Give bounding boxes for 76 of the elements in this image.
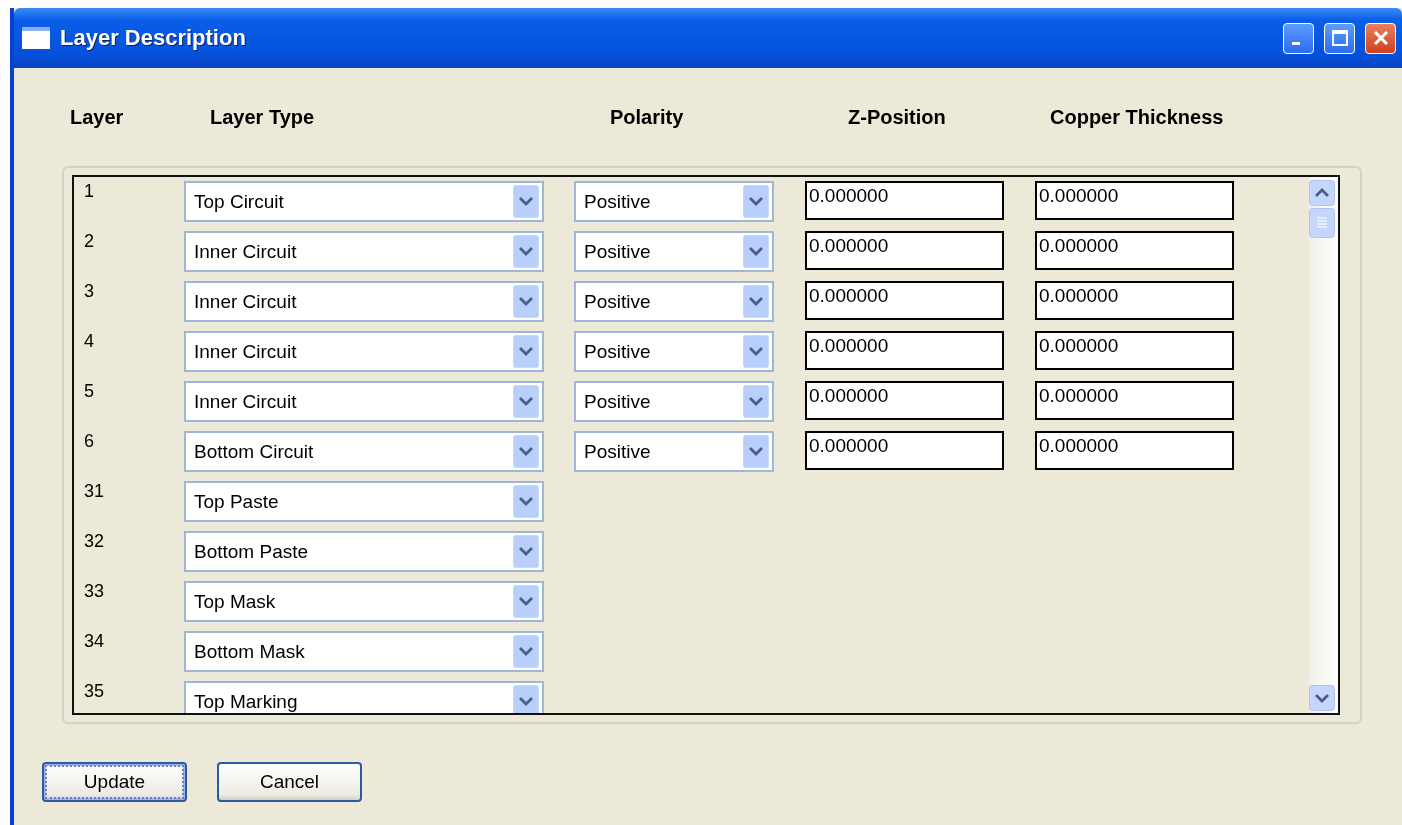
z-position-field[interactable]: 0.000000: [805, 431, 1004, 470]
polarity-dropdown[interactable]: Positive: [574, 381, 774, 422]
z-position-field[interactable]: 0.000000: [805, 331, 1004, 370]
layer-type-dropdown[interactable]: Inner Circuit: [184, 381, 544, 422]
dropdown-arrow-button[interactable]: [513, 285, 539, 318]
layer-type-dropdown[interactable]: Bottom Mask: [184, 631, 544, 672]
z-position-field[interactable]: 0.000000: [805, 231, 1004, 270]
scroll-down-button[interactable]: [1309, 685, 1335, 711]
polarity-dropdown[interactable]: Positive: [574, 331, 774, 372]
copper-thickness-field[interactable]: 0.000000: [1035, 281, 1234, 320]
copper-thickness-field[interactable]: 0.000000: [1035, 431, 1234, 470]
dropdown-arrow-button[interactable]: [513, 185, 539, 218]
dropdown-arrow-button[interactable]: [743, 235, 769, 268]
dropdown-arrow-button[interactable]: [513, 235, 539, 268]
z-position-field[interactable]: 0.000000: [805, 281, 1004, 320]
update-button[interactable]: Update: [42, 762, 187, 802]
polarity-dropdown[interactable]: Positive: [574, 281, 774, 322]
layer-number: 4: [83, 331, 95, 352]
z-position-field[interactable]: 0.000000: [805, 381, 1004, 420]
column-header: Copper Thickness: [1050, 105, 1225, 129]
layer-number: 5: [83, 381, 95, 402]
layer-number: 32: [83, 531, 106, 552]
polarity-dropdown[interactable]: Positive: [574, 181, 774, 222]
copper-thickness-field[interactable]: 0.000000: [1035, 181, 1234, 220]
copper-thickness-field[interactable]: 0.000000: [1035, 331, 1234, 370]
polarity-dropdown[interactable]: Positive: [574, 231, 774, 272]
layer-type-dropdown[interactable]: Top Circuit: [184, 181, 544, 222]
copper-thickness-field[interactable]: 0.000000: [1035, 231, 1234, 270]
layer-number: 6: [83, 431, 95, 452]
dropdown-arrow-button[interactable]: [513, 635, 539, 668]
minimize-icon: [1291, 41, 1300, 45]
polarity-dropdown[interactable]: Positive: [574, 431, 774, 472]
scroll-thumb[interactable]: [1309, 208, 1335, 238]
dropdown-arrow-button[interactable]: [513, 535, 539, 568]
dropdown-arrow-button[interactable]: [513, 385, 539, 418]
layer-number: 31: [83, 481, 106, 502]
layer-number: 34: [83, 631, 106, 652]
layer-number: 35: [83, 681, 106, 702]
dropdown-arrow-button[interactable]: [513, 335, 539, 368]
close-icon: [1371, 29, 1390, 47]
layer-type-dropdown[interactable]: Bottom Circuit: [184, 431, 544, 472]
window-title: Layer Description: [60, 25, 247, 51]
column-header: Layer: [70, 105, 125, 129]
dropdown-arrow-button[interactable]: [743, 435, 769, 468]
layer-type-dropdown[interactable]: Inner Circuit: [184, 331, 544, 372]
layer-type-dropdown[interactable]: Bottom Paste: [184, 531, 544, 572]
dropdown-arrow-button[interactable]: [513, 685, 539, 713]
z-position-field[interactable]: 0.000000: [805, 181, 1004, 220]
layer-type-dropdown[interactable]: Inner Circuit: [184, 231, 544, 272]
layer-number: 2: [83, 231, 95, 252]
dropdown-arrow-button[interactable]: [743, 285, 769, 318]
dropdown-arrow-button[interactable]: [743, 185, 769, 218]
column-header: Z-Position: [848, 105, 947, 129]
maximize-button[interactable]: [1324, 22, 1355, 54]
minimize-button[interactable]: [1283, 22, 1314, 54]
dropdown-arrow-button[interactable]: [513, 435, 539, 468]
close-button[interactable]: [1365, 22, 1396, 54]
dropdown-arrow-button[interactable]: [743, 385, 769, 418]
cancel-button[interactable]: Cancel: [217, 762, 362, 802]
layer-number: 1: [83, 181, 95, 202]
column-header: Layer Type: [210, 105, 316, 129]
dropdown-arrow-button[interactable]: [513, 485, 539, 518]
layer-number: 33: [83, 581, 106, 602]
layer-type-dropdown[interactable]: Inner Circuit: [184, 281, 544, 322]
dropdown-arrow-button[interactable]: [743, 335, 769, 368]
layer-type-dropdown[interactable]: Top Paste: [184, 481, 544, 522]
dropdown-arrow-button[interactable]: [513, 585, 539, 618]
maximize-icon: [1330, 29, 1349, 47]
window-icon: [22, 27, 50, 49]
layer-type-dropdown[interactable]: Top Marking: [184, 681, 544, 713]
layer-type-dropdown[interactable]: Top Mask: [184, 581, 544, 622]
column-header: Polarity: [610, 105, 685, 129]
scrollbar[interactable]: [1309, 177, 1338, 713]
scroll-up-button[interactable]: [1309, 180, 1335, 206]
layer-number: 3: [83, 281, 95, 302]
copper-thickness-field[interactable]: 0.000000: [1035, 381, 1234, 420]
